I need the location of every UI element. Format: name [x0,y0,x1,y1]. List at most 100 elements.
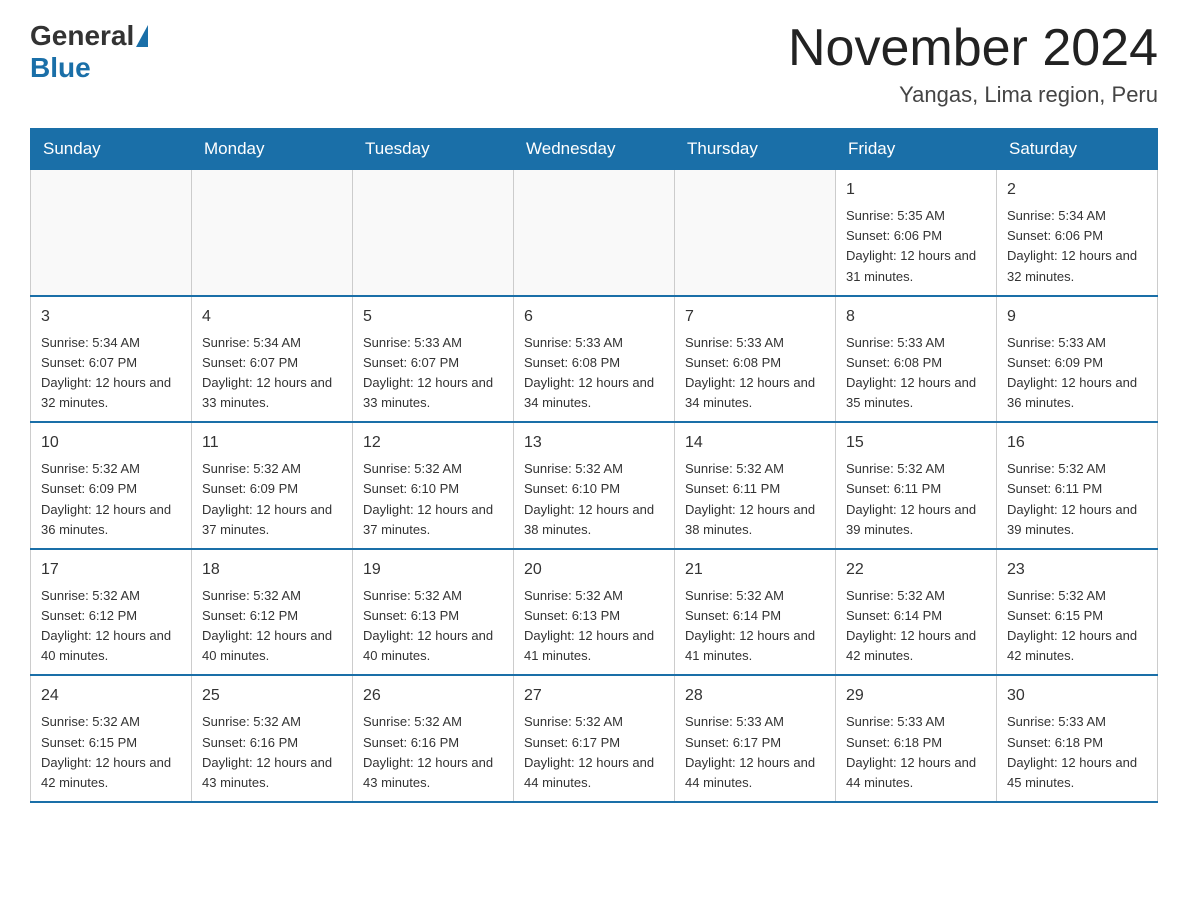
calendar-week-row: 10 Sunrise: 5:32 AMSunset: 6:09 PMDayligh… [31,422,1158,549]
day-number: 16 [1007,431,1147,455]
calendar-day-cell: 22 Sunrise: 5:32 AMSunset: 6:14 PMDayligh… [836,549,997,676]
day-number: 4 [202,305,342,329]
calendar-day-cell: 25Sunrise: 5:32 AMSunset: 6:16 PMDayligh… [192,675,353,802]
weekday-header-wednesday: Wednesday [514,129,675,170]
calendar-day-cell: 3 Sunrise: 5:34 AMSunset: 6:07 PMDaylight… [31,296,192,423]
day-number: 22 [846,558,986,582]
day-info: Sunrise: 5:32 AMSunset: 6:13 PMDaylight:… [524,586,664,667]
calendar-day-cell: 16 Sunrise: 5:32 AMSunset: 6:11 PMDayligh… [997,422,1158,549]
day-number: 3 [41,305,181,329]
logo-general-text: General [30,20,134,52]
calendar-day-cell [514,170,675,296]
day-info: Sunrise: 5:32 AMSunset: 6:10 PMDaylight:… [363,459,503,540]
calendar-day-cell: 29 Sunrise: 5:33 AMSunset: 6:18 PMDayligh… [836,675,997,802]
calendar-day-cell: 19Sunrise: 5:32 AMSunset: 6:13 PMDayligh… [353,549,514,676]
day-info: Sunrise: 5:32 AMSunset: 6:11 PMDaylight:… [1007,459,1147,540]
calendar-day-cell: 5 Sunrise: 5:33 AMSunset: 6:07 PMDaylight… [353,296,514,423]
calendar-day-cell: 8Sunrise: 5:33 AMSunset: 6:08 PMDaylight… [836,296,997,423]
day-number: 10 [41,431,181,455]
day-number: 30 [1007,684,1147,708]
calendar-day-cell [31,170,192,296]
weekday-header-sunday: Sunday [31,129,192,170]
calendar-day-cell: 4 Sunrise: 5:34 AMSunset: 6:07 PMDaylight… [192,296,353,423]
day-info: Sunrise: 5:34 AMSunset: 6:06 PMDaylight:… [1007,206,1147,287]
calendar-day-cell: 28 Sunrise: 5:33 AMSunset: 6:17 PMDayligh… [675,675,836,802]
calendar-day-cell: 23 Sunrise: 5:32 AMSunset: 6:15 PMDayligh… [997,549,1158,676]
day-number: 2 [1007,178,1147,202]
location-label: Yangas, Lima region, Peru [788,82,1158,108]
calendar-week-row: 3 Sunrise: 5:34 AMSunset: 6:07 PMDaylight… [31,296,1158,423]
title-section: November 2024 Yangas, Lima region, Peru [788,20,1158,108]
day-number: 8 [846,305,986,329]
logo-triangle-icon [136,25,148,47]
day-info: Sunrise: 5:32 AMSunset: 6:14 PMDaylight:… [846,586,986,667]
day-info: Sunrise: 5:32 AMSunset: 6:12 PMDaylight:… [202,586,342,667]
day-info: Sunrise: 5:34 AMSunset: 6:07 PMDaylight:… [202,333,342,414]
day-number: 7 [685,305,825,329]
day-info: Sunrise: 5:33 AMSunset: 6:08 PMDaylight:… [685,333,825,414]
calendar-table: SundayMondayTuesdayWednesdayThursdayFrid… [30,128,1158,803]
calendar-day-cell: 2 Sunrise: 5:34 AMSunset: 6:06 PMDaylight… [997,170,1158,296]
day-number: 11 [202,431,342,455]
calendar-day-cell: 20Sunrise: 5:32 AMSunset: 6:13 PMDayligh… [514,549,675,676]
calendar-day-cell: 1Sunrise: 5:35 AMSunset: 6:06 PMDaylight… [836,170,997,296]
calendar-day-cell: 10 Sunrise: 5:32 AMSunset: 6:09 PMDayligh… [31,422,192,549]
calendar-day-cell: 24 Sunrise: 5:32 AMSunset: 6:15 PMDayligh… [31,675,192,802]
day-number: 9 [1007,305,1147,329]
calendar-day-cell: 18 Sunrise: 5:32 AMSunset: 6:12 PMDayligh… [192,549,353,676]
day-number: 5 [363,305,503,329]
day-number: 6 [524,305,664,329]
day-number: 28 [685,684,825,708]
day-info: Sunrise: 5:34 AMSunset: 6:07 PMDaylight:… [41,333,181,414]
calendar-day-cell [353,170,514,296]
weekday-header-thursday: Thursday [675,129,836,170]
day-info: Sunrise: 5:33 AMSunset: 6:08 PMDaylight:… [524,333,664,414]
calendar-week-row: 1Sunrise: 5:35 AMSunset: 6:06 PMDaylight… [31,170,1158,296]
day-number: 1 [846,178,986,202]
day-info: Sunrise: 5:33 AMSunset: 6:18 PMDaylight:… [846,712,986,793]
day-info: Sunrise: 5:32 AMSunset: 6:14 PMDaylight:… [685,586,825,667]
day-info: Sunrise: 5:32 AMSunset: 6:12 PMDaylight:… [41,586,181,667]
logo: General Blue [30,20,150,84]
day-info: Sunrise: 5:33 AMSunset: 6:09 PMDaylight:… [1007,333,1147,414]
day-number: 18 [202,558,342,582]
day-info: Sunrise: 5:32 AMSunset: 6:16 PMDaylight:… [202,712,342,793]
day-number: 23 [1007,558,1147,582]
weekday-header-tuesday: Tuesday [353,129,514,170]
day-info: Sunrise: 5:33 AMSunset: 6:17 PMDaylight:… [685,712,825,793]
day-number: 12 [363,431,503,455]
day-info: Sunrise: 5:32 AMSunset: 6:16 PMDaylight:… [363,712,503,793]
day-number: 29 [846,684,986,708]
calendar-day-cell: 15Sunrise: 5:32 AMSunset: 6:11 PMDayligh… [836,422,997,549]
weekday-header-row: SundayMondayTuesdayWednesdayThursdayFrid… [31,129,1158,170]
day-info: Sunrise: 5:32 AMSunset: 6:09 PMDaylight:… [202,459,342,540]
calendar-day-cell: 12 Sunrise: 5:32 AMSunset: 6:10 PMDayligh… [353,422,514,549]
day-number: 24 [41,684,181,708]
day-number: 19 [363,558,503,582]
day-info: Sunrise: 5:32 AMSunset: 6:11 PMDaylight:… [685,459,825,540]
calendar-day-cell: 11 Sunrise: 5:32 AMSunset: 6:09 PMDayligh… [192,422,353,549]
calendar-day-cell [192,170,353,296]
day-number: 15 [846,431,986,455]
calendar-day-cell: 7 Sunrise: 5:33 AMSunset: 6:08 PMDaylight… [675,296,836,423]
calendar-day-cell: 30 Sunrise: 5:33 AMSunset: 6:18 PMDayligh… [997,675,1158,802]
day-info: Sunrise: 5:33 AMSunset: 6:07 PMDaylight:… [363,333,503,414]
logo-blue-text: Blue [30,52,91,83]
calendar-day-cell: 6 Sunrise: 5:33 AMSunset: 6:08 PMDaylight… [514,296,675,423]
weekday-header-monday: Monday [192,129,353,170]
weekday-header-friday: Friday [836,129,997,170]
day-number: 21 [685,558,825,582]
calendar-day-cell: 14 Sunrise: 5:32 AMSunset: 6:11 PMDayligh… [675,422,836,549]
day-number: 17 [41,558,181,582]
day-info: Sunrise: 5:32 AMSunset: 6:17 PMDaylight:… [524,712,664,793]
day-number: 14 [685,431,825,455]
day-info: Sunrise: 5:32 AMSunset: 6:09 PMDaylight:… [41,459,181,540]
day-number: 13 [524,431,664,455]
month-title: November 2024 [788,20,1158,77]
weekday-header-saturday: Saturday [997,129,1158,170]
day-info: Sunrise: 5:32 AMSunset: 6:15 PMDaylight:… [1007,586,1147,667]
day-info: Sunrise: 5:33 AMSunset: 6:18 PMDaylight:… [1007,712,1147,793]
day-info: Sunrise: 5:32 AMSunset: 6:15 PMDaylight:… [41,712,181,793]
day-number: 26 [363,684,503,708]
calendar-day-cell: 27Sunrise: 5:32 AMSunset: 6:17 PMDayligh… [514,675,675,802]
